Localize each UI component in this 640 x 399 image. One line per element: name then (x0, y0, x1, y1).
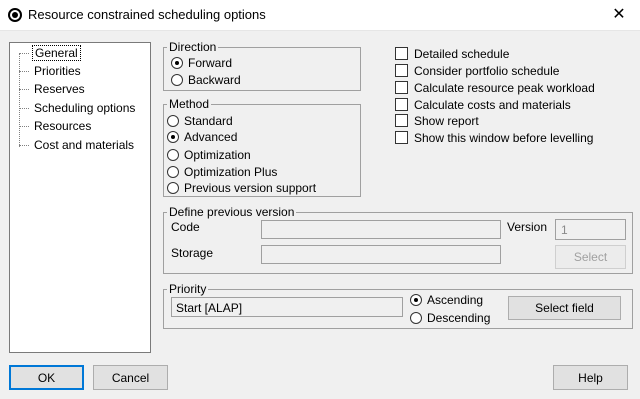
version-label: Version (507, 220, 548, 234)
calc-peak-workload-checkbox[interactable]: Calculate resource peak workload (395, 79, 595, 96)
options-tree: General Priorities Reserves Scheduling o… (9, 42, 151, 353)
descending-radio[interactable]: Descending (410, 310, 490, 326)
version-field: 1 (555, 219, 626, 240)
ok-button[interactable]: OK (9, 365, 84, 390)
tree-item-label: General (32, 45, 81, 61)
tree-item-scheduling-options[interactable]: Scheduling options (19, 100, 137, 116)
window-title: Resource constrained scheduling options (28, 7, 266, 22)
tree-item-label: Priorities (34, 64, 81, 78)
direction-backward-radio[interactable]: Backward (171, 72, 241, 88)
select-field-button[interactable]: Select field (508, 296, 621, 320)
method-advanced-radio[interactable]: Advanced (167, 129, 237, 145)
checkbox-label: Consider portfolio schedule (414, 63, 560, 78)
tree-item-label: Cost and materials (34, 138, 135, 152)
checkbox-label: Calculate resource peak workload (414, 80, 595, 95)
radio-label: Advanced (184, 130, 238, 144)
radio-label: Forward (188, 56, 233, 70)
cancel-button[interactable]: Cancel (93, 365, 168, 390)
checkbox-label: Show this window before levelling (414, 130, 594, 145)
tree-item-general[interactable]: General (19, 45, 81, 61)
tree-item-label: Resources (34, 119, 92, 133)
priority-field: Start [ALAP] (171, 297, 403, 317)
radio-label: Optimization Plus (184, 165, 278, 179)
checkbox-label: Show report (414, 113, 479, 128)
tree-item-label: Scheduling options (34, 101, 136, 115)
ascending-radio[interactable]: Ascending (410, 292, 483, 308)
radio-label: Standard (184, 114, 233, 128)
tree-item-cost-and-materials[interactable]: Cost and materials (19, 137, 136, 153)
previous-version-title: Define previous version (167, 205, 297, 219)
show-report-checkbox[interactable]: Show report (395, 112, 479, 129)
priority-title: Priority (167, 282, 209, 296)
checkbox-label: Calculate costs and materials (414, 97, 571, 112)
tree-item-reserves[interactable]: Reserves (19, 81, 87, 97)
direction-forward-radio[interactable]: Forward (171, 55, 232, 71)
radio-label: Previous version support (184, 181, 317, 195)
radio-label: Optimization (184, 148, 251, 162)
app-icon (8, 8, 22, 22)
radio-label: Backward (188, 73, 241, 87)
calc-costs-checkbox[interactable]: Calculate costs and materials (395, 96, 571, 113)
storage-field (261, 245, 501, 264)
method-optimization-radio[interactable]: Optimization (167, 147, 251, 163)
tree-item-priorities[interactable]: Priorities (19, 63, 83, 79)
checkbox-label: Detailed schedule (414, 46, 510, 61)
method-title: Method (167, 97, 212, 111)
method-previous-version-radio[interactable]: Previous version support (167, 180, 316, 196)
direction-title: Direction (167, 40, 219, 54)
help-button[interactable]: Help (553, 365, 628, 390)
code-label: Code (171, 220, 200, 234)
code-field (261, 220, 501, 239)
method-optimization-plus-radio[interactable]: Optimization Plus (167, 164, 277, 180)
radio-label: Ascending (427, 293, 484, 307)
title-bar: Resource constrained scheduling options … (0, 0, 640, 31)
show-window-checkbox[interactable]: Show this window before levelling (395, 129, 593, 146)
close-button[interactable]: ✕ (607, 4, 631, 26)
radio-label: Descending (427, 311, 491, 325)
storage-label: Storage (171, 246, 214, 260)
consider-portfolio-checkbox[interactable]: Consider portfolio schedule (395, 62, 559, 79)
select-button[interactable]: Select (555, 245, 626, 269)
tree-item-resources[interactable]: Resources (19, 118, 93, 134)
tree-item-label: Reserves (34, 82, 85, 96)
method-standard-radio[interactable]: Standard (167, 113, 233, 129)
detailed-schedule-checkbox[interactable]: Detailed schedule (395, 45, 509, 62)
